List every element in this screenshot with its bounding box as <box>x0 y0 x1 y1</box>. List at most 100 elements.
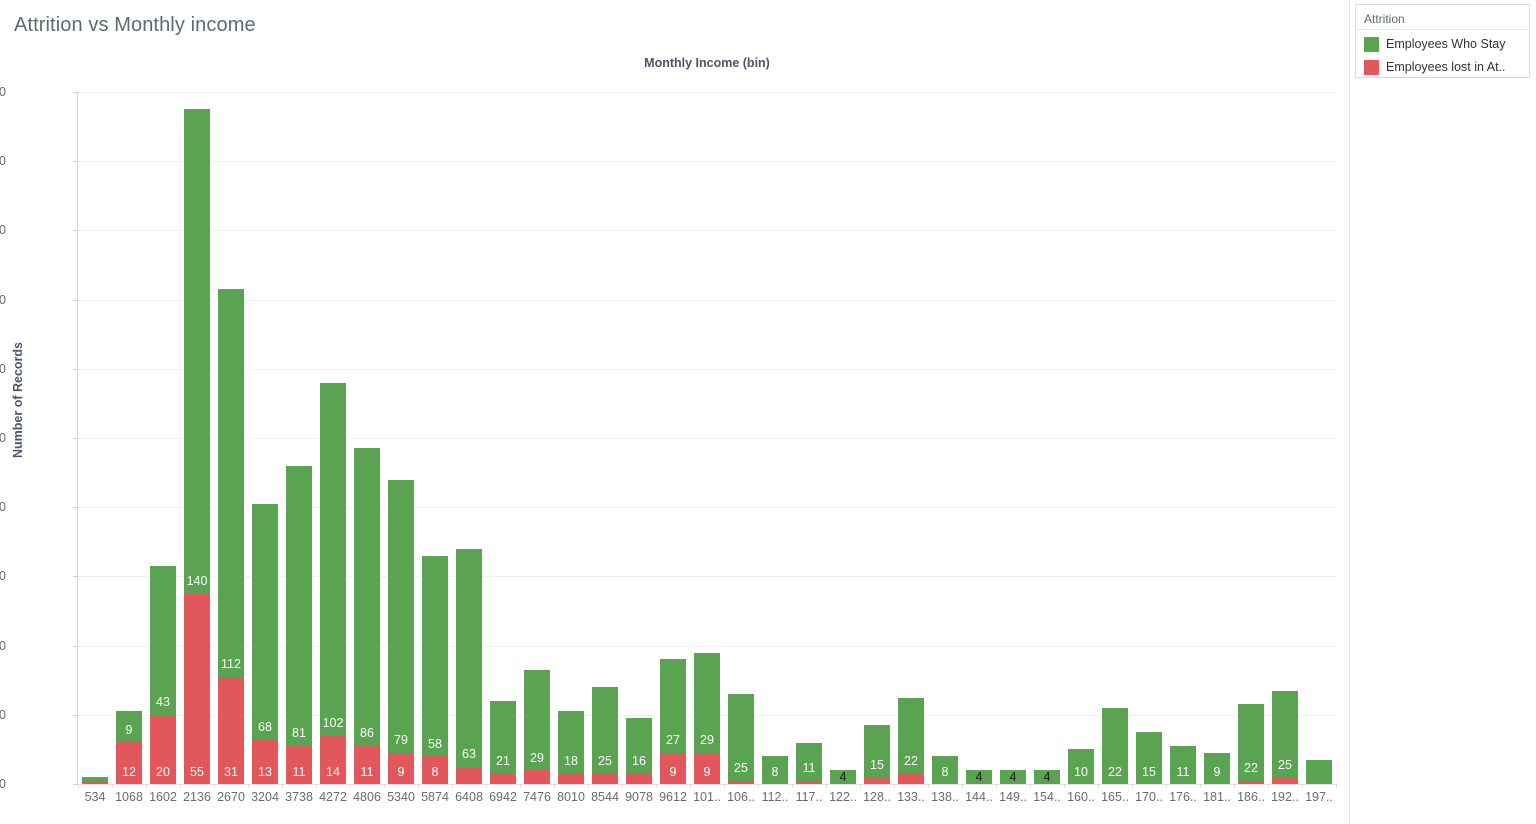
bar-segment-stay[interactable]: 68 <box>251 503 279 740</box>
x-axis-tick-label[interactable]: 197.. <box>1302 790 1336 804</box>
bar-segment-stay[interactable]: 8 <box>931 756 959 784</box>
bar-segment-attrition[interactable]: 31 <box>217 676 245 784</box>
x-axis-tick-label[interactable]: 176.. <box>1166 790 1200 804</box>
bar-segment-stay[interactable] <box>1305 759 1333 784</box>
stacked-bar[interactable]: 27 9 <box>659 92 687 784</box>
x-axis-tick-label[interactable]: 144.. <box>962 790 996 804</box>
stacked-bar[interactable]: 29 9 <box>693 92 721 784</box>
x-axis-tick-label[interactable]: 1602 <box>146 790 180 804</box>
bar-segment-attrition[interactable] <box>455 766 483 784</box>
bar-segment-stay[interactable]: 58 <box>421 555 449 757</box>
x-axis-tick-label[interactable]: 8544 <box>588 790 622 804</box>
stacked-bar[interactable]: 9 <box>1203 92 1231 784</box>
x-axis-tick-label[interactable]: 7476 <box>520 790 554 804</box>
bar-segment-stay[interactable]: 11 <box>795 742 823 781</box>
stacked-bar[interactable] <box>81 92 109 784</box>
x-axis-tick-label[interactable]: 122.. <box>826 790 860 804</box>
stacked-bar[interactable]: 112 31 <box>217 92 245 784</box>
stacked-bar[interactable] <box>1305 92 1333 784</box>
bar-segment-stay[interactable]: 10 <box>1067 749 1095 784</box>
bar-segment-stay[interactable]: 25 <box>1271 690 1299 778</box>
x-axis-tick-label[interactable]: 160.. <box>1064 790 1098 804</box>
bar-segment-stay[interactable]: 25 <box>727 694 755 781</box>
stacked-bar[interactable]: 25 <box>727 92 755 784</box>
bar-segment-attrition[interactable]: 9 <box>659 752 687 784</box>
x-axis-tick-label[interactable]: 192.. <box>1268 790 1302 804</box>
x-axis-tick-label[interactable]: 138.. <box>928 790 962 804</box>
x-axis-tick-label[interactable]: 112.. <box>758 790 792 804</box>
bar-segment-attrition[interactable] <box>1271 777 1299 784</box>
stacked-bar[interactable]: 22 <box>1101 92 1129 784</box>
x-axis-tick-label[interactable]: 117.. <box>792 790 826 804</box>
stacked-bar[interactable]: 22 <box>897 92 925 784</box>
legend-item-stay[interactable]: Employees Who Stay <box>1364 36 1506 52</box>
x-axis-tick-label[interactable]: 128.. <box>860 790 894 804</box>
stacked-bar[interactable]: 9 12 <box>115 92 143 784</box>
bar-segment-stay[interactable]: 22 <box>1101 707 1129 784</box>
stacked-bar[interactable]: 4 <box>999 92 1027 784</box>
bar-segment-attrition[interactable]: 9 <box>387 752 415 784</box>
x-axis-tick-label[interactable]: 101.. <box>690 790 724 804</box>
x-axis-tick-label[interactable]: 6942 <box>486 790 520 804</box>
bar-segment-attrition[interactable] <box>625 773 653 784</box>
stacked-bar[interactable]: 63 <box>455 92 483 784</box>
bar-segment-attrition[interactable]: 9 <box>693 752 721 784</box>
x-axis-tick-label[interactable]: 181.. <box>1200 790 1234 804</box>
x-axis-tick-label[interactable]: 5340 <box>384 790 418 804</box>
bar-segment-stay[interactable]: 79 <box>387 479 415 753</box>
stacked-bar[interactable]: 25 <box>591 92 619 784</box>
x-axis-tick-label[interactable]: 1068 <box>112 790 146 804</box>
x-axis-tick-label[interactable]: 9078 <box>622 790 656 804</box>
bar-segment-attrition[interactable]: 11 <box>285 745 313 784</box>
stacked-bar[interactable]: 43 20 <box>149 92 177 784</box>
stacked-bar[interactable]: 25 <box>1271 92 1299 784</box>
bar-segment-attrition[interactable]: 14 <box>319 735 347 784</box>
stacked-bar[interactable]: 86 11 <box>353 92 381 784</box>
stacked-bar[interactable]: 18 <box>557 92 585 784</box>
stacked-bar[interactable]: 8 <box>761 92 789 784</box>
stacked-bar[interactable]: 16 <box>625 92 653 784</box>
bar-segment-stay[interactable]: 21 <box>489 700 517 774</box>
bar-segment-stay[interactable]: 18 <box>557 711 585 774</box>
bar-segment-attrition[interactable] <box>523 770 551 784</box>
bar-segment-attrition[interactable] <box>489 773 517 784</box>
stacked-bar[interactable]: 22 <box>1237 92 1265 784</box>
stacked-bar[interactable]: 79 9 <box>387 92 415 784</box>
x-axis-tick-label[interactable]: 2136 <box>180 790 214 804</box>
stacked-bar[interactable]: 10 <box>1067 92 1095 784</box>
bar-segment-stay[interactable]: 22 <box>1237 704 1265 781</box>
bar-segment-stay[interactable]: 102 <box>319 382 347 736</box>
bar-segment-attrition[interactable] <box>897 773 925 784</box>
stacked-bar[interactable]: 8 <box>931 92 959 784</box>
bar-segment-stay[interactable]: 140 <box>183 109 211 594</box>
bar-segment-stay[interactable]: 15 <box>863 725 891 778</box>
bar-segment-attrition[interactable]: 11 <box>353 745 381 784</box>
bar-segment-attrition[interactable] <box>557 773 585 784</box>
stacked-bar[interactable]: 15 <box>1135 92 1163 784</box>
bar-segment-stay[interactable]: 86 <box>353 448 381 746</box>
bar-segment-attrition[interactable]: 20 <box>149 714 177 784</box>
legend-item-attrition[interactable]: Employees lost in At.. <box>1364 59 1506 75</box>
x-axis-tick-label[interactable]: 9612 <box>656 790 690 804</box>
bar-segment-stay[interactable]: 4 <box>829 770 857 784</box>
x-axis-tick-label[interactable]: 5874 <box>418 790 452 804</box>
bar-segment-stay[interactable]: 27 <box>659 659 687 753</box>
stacked-bar[interactable]: 140 55 <box>183 92 211 784</box>
x-axis-tick-label[interactable]: 2670 <box>214 790 248 804</box>
x-axis-tick-label[interactable]: 170.. <box>1132 790 1166 804</box>
x-axis-tick-label[interactable]: 3738 <box>282 790 316 804</box>
x-axis-tick-label[interactable]: 8010 <box>554 790 588 804</box>
x-axis-tick-label[interactable]: 165.. <box>1098 790 1132 804</box>
bar-segment-attrition[interactable] <box>727 780 755 784</box>
bar-segment-attrition[interactable] <box>81 780 109 784</box>
stacked-bar[interactable]: 29 <box>523 92 551 784</box>
bar-segment-stay[interactable]: 81 <box>285 465 313 746</box>
x-axis-tick-label[interactable]: 106.. <box>724 790 758 804</box>
bar-segment-attrition[interactable]: 8 <box>421 756 449 784</box>
bar-segment-stay[interactable]: 29 <box>523 669 551 771</box>
bar-segment-stay[interactable]: 4 <box>1033 770 1061 784</box>
bar-segment-stay[interactable]: 63 <box>455 548 483 767</box>
stacked-bar[interactable]: 81 11 <box>285 92 313 784</box>
x-axis-tick-label[interactable]: 133.. <box>894 790 928 804</box>
stacked-bar[interactable]: 11 <box>795 92 823 784</box>
